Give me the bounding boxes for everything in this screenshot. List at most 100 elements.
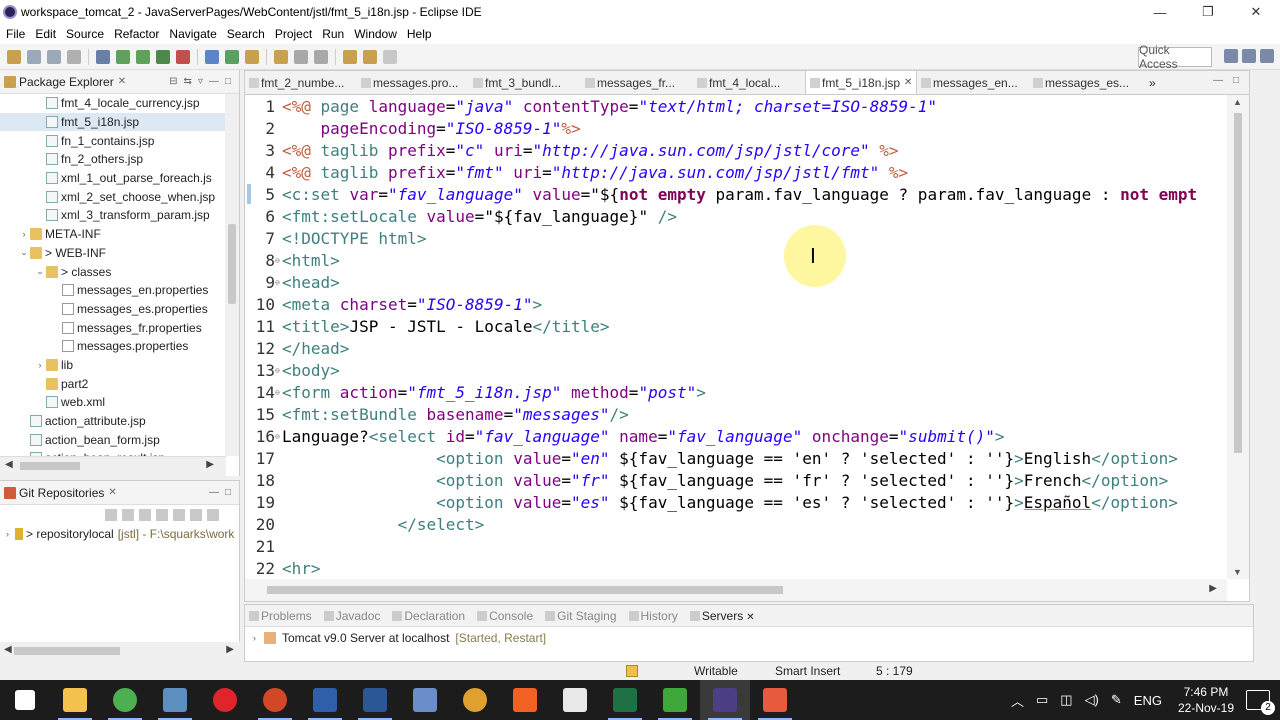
scrollbar-thumb[interactable]: [228, 224, 236, 304]
maximize-editor-icon[interactable]: □: [1233, 75, 1239, 86]
code-line[interactable]: 22 <hr>: [245, 557, 1227, 579]
tree-item[interactable]: action_bean_form.jsp: [0, 430, 239, 449]
minimize-view-icon[interactable]: —: [209, 487, 219, 498]
next-annotation-icon[interactable]: [314, 49, 328, 64]
code-line[interactable]: 18 <option value="fr" ${fav_language == …: [245, 469, 1227, 491]
menu-navigate[interactable]: Navigate: [165, 27, 222, 41]
code-line[interactable]: 14 ⊖ <form action="fmt_5_i18n.jsp" method=…: [245, 381, 1227, 403]
camtasia-icon[interactable]: [650, 680, 700, 720]
editor-tab[interactable]: fmt_5_i18n.jsp ✕: [805, 71, 917, 94]
tab-javadoc[interactable]: Javadoc: [320, 609, 389, 623]
tree-vertical-scrollbar[interactable]: [225, 94, 239, 456]
code-area[interactable]: 1 <%@ page language="java" contentType="t…: [245, 95, 1227, 579]
minimize-editor-icon[interactable]: —: [1213, 75, 1223, 86]
windows-start-icon[interactable]: [0, 680, 50, 720]
tree-item[interactable]: fmt_5_i18n.jsp: [0, 112, 239, 132]
editor-tab[interactable]: messages_es...: [1029, 71, 1141, 94]
menu-source[interactable]: Source: [62, 27, 110, 41]
view-menu-icon[interactable]: ▿: [198, 76, 203, 87]
code-line[interactable]: 21: [245, 535, 1227, 557]
save-icon[interactable]: [27, 49, 41, 64]
external-tools-icon[interactable]: [176, 49, 190, 64]
editor-tab[interactable]: messages_fr...: [581, 71, 693, 94]
git-horizontal-scrollbar[interactable]: ◀ ▶: [0, 642, 240, 662]
language-indicator[interactable]: ENG: [1134, 693, 1162, 708]
package-explorer-title[interactable]: Package Explorer: [19, 75, 114, 89]
menu-file[interactable]: File: [2, 27, 31, 41]
network-icon[interactable]: ◫: [1060, 692, 1072, 708]
code-line[interactable]: 8 ⊖ <html>: [245, 249, 1227, 271]
eclipse-icon[interactable]: [700, 680, 750, 720]
tree-item[interactable]: fmt_4_locale_currency.jsp: [0, 94, 239, 113]
maximize-view-icon[interactable]: □: [225, 487, 231, 498]
code-line[interactable]: 16 ⊖ Language?<select id="fav_language" na…: [245, 425, 1227, 447]
editor-horizontal-scrollbar[interactable]: ▶: [245, 579, 1227, 601]
java-perspective-icon[interactable]: [1260, 49, 1274, 63]
scrollbar-thumb[interactable]: [267, 586, 783, 594]
scrollbar-thumb[interactable]: [20, 462, 80, 470]
scroll-right-icon[interactable]: ▶: [1209, 583, 1217, 594]
chrome-icon[interactable]: [100, 680, 150, 720]
volume-icon[interactable]: ◁): [1085, 692, 1099, 708]
link-editor-icon[interactable]: ⇆: [184, 76, 192, 87]
tab-problems[interactable]: Problems: [245, 609, 320, 623]
battery-icon[interactable]: ▭: [1036, 692, 1048, 708]
create-repository-icon[interactable]: [173, 509, 185, 521]
code-line[interactable]: 20 </select>: [245, 513, 1227, 535]
minimize-button[interactable]: —: [1136, 0, 1184, 24]
tree-item[interactable]: messages_es.properties: [0, 300, 239, 319]
server-row[interactable]: › Tomcat v9.0 Server at localhost [Start…: [245, 627, 1253, 649]
expand-icon[interactable]: ›: [6, 529, 9, 539]
print-icon[interactable]: [67, 49, 81, 64]
run-icon[interactable]: [116, 49, 130, 64]
close-tab-icon[interactable]: ✕: [746, 612, 754, 623]
menu-search[interactable]: Search: [223, 27, 271, 41]
scroll-left-icon[interactable]: ◀: [4, 644, 12, 655]
annotation-icon[interactable]: [294, 49, 308, 64]
git-repositories-title[interactable]: Git Repositories: [19, 486, 104, 500]
code-line[interactable]: 4 <%@ taglib prefix="fmt" uri="http://jav…: [245, 161, 1227, 183]
code-line[interactable]: 10 <meta charset="ISO-8859-1">: [245, 293, 1227, 315]
tree-item[interactable]: part2: [0, 374, 239, 393]
open-perspective-icon[interactable]: [1224, 49, 1238, 63]
code-line[interactable]: 7 <!DOCTYPE html>: [245, 227, 1227, 249]
repository-row[interactable]: › > repositorylocal [jstl] - F:\squarks\…: [0, 525, 239, 543]
menu-project[interactable]: Project: [271, 27, 318, 41]
mail-icon[interactable]: [550, 680, 600, 720]
code-line[interactable]: 12 </head>: [245, 337, 1227, 359]
editor-tab[interactable]: fmt_4_local...: [693, 71, 805, 94]
open-type-icon[interactable]: [245, 49, 259, 64]
menu-run[interactable]: Run: [318, 27, 350, 41]
scroll-down-icon[interactable]: ▼: [1233, 567, 1242, 577]
tab-history[interactable]: History: [625, 609, 686, 623]
new-java-project-icon[interactable]: [205, 49, 219, 64]
editor-tab[interactable]: messages_en...: [917, 71, 1029, 94]
powershell-icon[interactable]: [300, 680, 350, 720]
maximize-view-icon[interactable]: □: [225, 76, 231, 87]
close-icon[interactable]: ✕: [108, 487, 116, 498]
code-line[interactable]: 11 <title>JSP - JSTL - Locale</title>: [245, 315, 1227, 337]
tree-item[interactable]: xml_3_transform_param.jsp: [0, 206, 239, 225]
close-tab-icon[interactable]: ✕: [904, 77, 912, 88]
clone-repository-icon[interactable]: [156, 509, 168, 521]
fold-icon[interactable]: ⊖: [275, 366, 282, 375]
tree-item[interactable]: messages_fr.properties: [0, 318, 239, 337]
scroll-up-icon[interactable]: ▲: [1233, 97, 1242, 107]
show-hidden-icons-icon[interactable]: ︿: [1011, 691, 1024, 710]
editor-vertical-scrollbar[interactable]: ▲ ▼: [1227, 95, 1249, 579]
tree-item[interactable]: web.xml: [0, 393, 239, 412]
last-edit-icon[interactable]: [383, 49, 397, 64]
debug-icon[interactable]: [96, 49, 110, 64]
code-line[interactable]: 19 <option value="es" ${fav_language == …: [245, 491, 1227, 513]
link-icon[interactable]: [122, 509, 134, 521]
tree-item[interactable]: ⌄ > classes: [0, 262, 239, 281]
editor-tab[interactable]: fmt_3_bundl...: [469, 71, 581, 94]
forward-icon[interactable]: [363, 49, 377, 64]
expand-icon[interactable]: ›: [253, 633, 256, 643]
tab-console[interactable]: Console: [473, 609, 541, 623]
scrollbar-thumb[interactable]: [14, 647, 120, 655]
new-icon[interactable]: [7, 49, 21, 64]
expand-icon[interactable]: ⌄: [34, 266, 46, 277]
powerpoint-icon[interactable]: [250, 680, 300, 720]
more-tabs-button[interactable]: »: [1141, 71, 1156, 94]
